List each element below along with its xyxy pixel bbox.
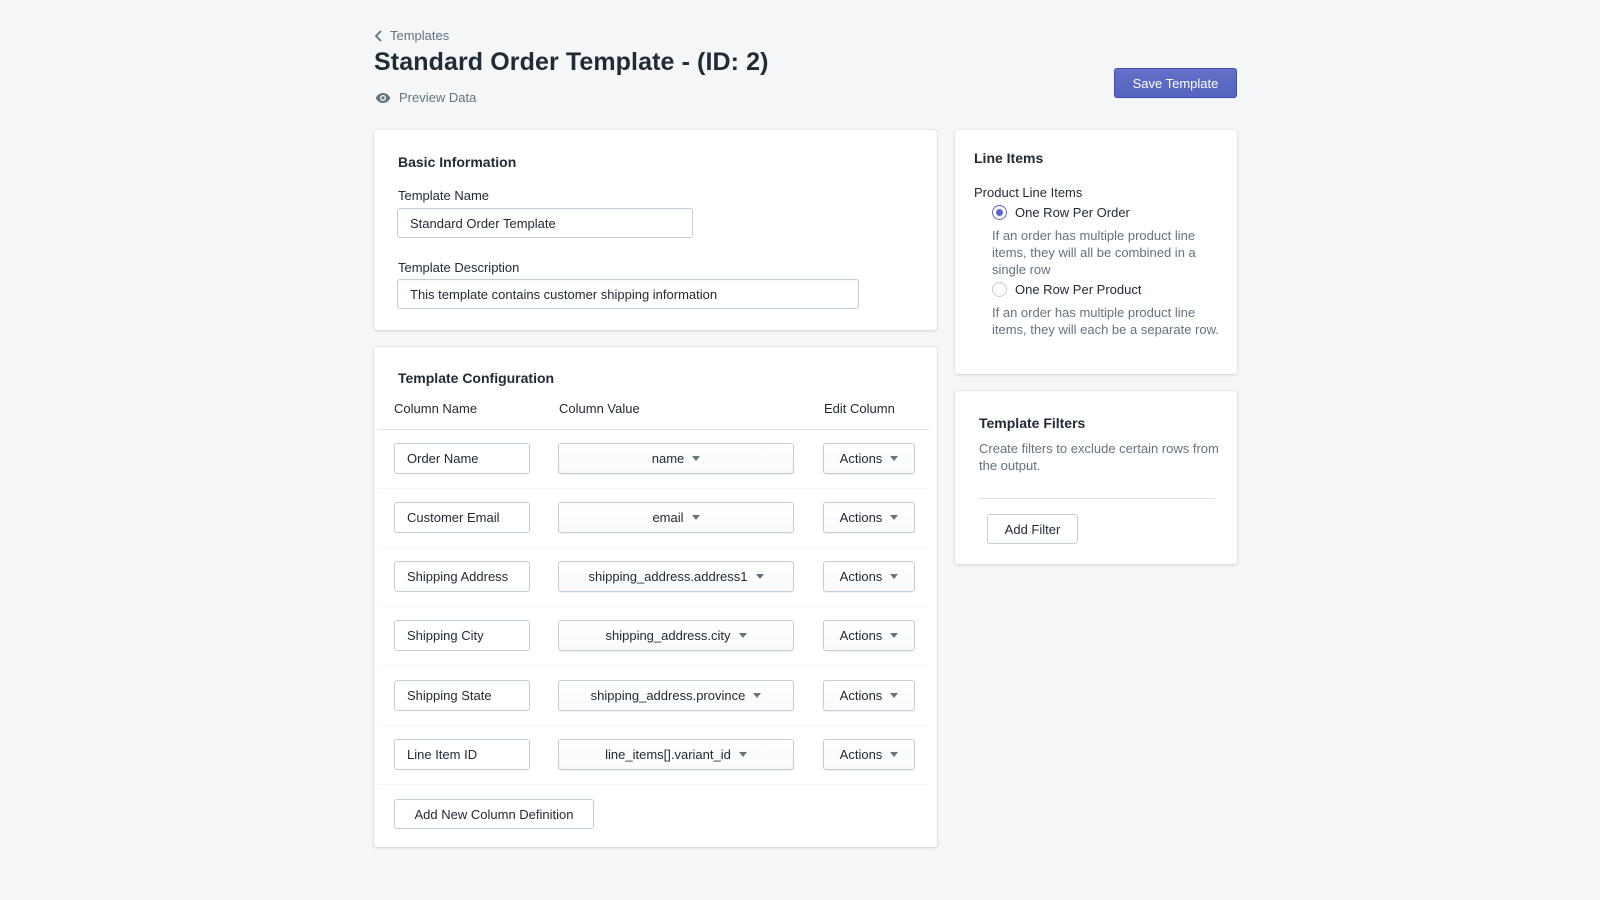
radio-one-row-per-product[interactable]: One Row Per Product [992, 282, 1141, 297]
table-row: Shipping Address shipping_address.addres… [378, 548, 929, 607]
template-configuration-heading: Template Configuration [398, 370, 555, 386]
radio-label: One Row Per Order [1015, 205, 1130, 220]
save-template-button[interactable]: Save Template [1114, 68, 1237, 98]
preview-data-link[interactable]: Preview Data [375, 90, 476, 105]
column-name-input[interactable]: Shipping City [394, 620, 530, 651]
caret-down-icon [755, 574, 764, 579]
chevron-left-icon [374, 29, 382, 42]
actions-dropdown-button[interactable]: Actions [823, 680, 915, 711]
radio-unchecked-icon[interactable] [992, 282, 1007, 297]
actions-dropdown-button[interactable]: Actions [823, 620, 915, 651]
caret-down-icon [890, 633, 899, 638]
table-row: Order Name name Actions [378, 430, 929, 489]
column-value-text: shipping_address.address1 [588, 569, 748, 584]
template-filters-heading: Template Filters [979, 415, 1086, 431]
actions-label: Actions [839, 747, 883, 762]
actions-dropdown-button[interactable]: Actions [823, 502, 915, 533]
caret-down-icon [738, 633, 747, 638]
add-filter-button[interactable]: Add Filter [987, 514, 1078, 544]
actions-label: Actions [839, 628, 883, 643]
column-value-select[interactable]: shipping_address.province [558, 680, 794, 711]
caret-down-icon [890, 515, 899, 520]
template-configuration-card: Template Configuration Column Name Colum… [374, 347, 937, 847]
column-name-input[interactable]: Shipping State [394, 680, 530, 711]
radio-help-text: If an order has multiple product line it… [992, 228, 1196, 277]
column-value-select[interactable]: shipping_address.city [558, 620, 794, 651]
eye-icon [375, 92, 391, 103]
template-description-input[interactable]: This template contains customer shipping… [397, 279, 859, 309]
caret-down-icon [890, 693, 899, 698]
column-name-input[interactable]: Order Name [394, 443, 530, 474]
column-value-text: shipping_address.province [590, 688, 746, 703]
caret-down-icon [890, 456, 899, 461]
template-name-label: Template Name [398, 188, 490, 203]
column-header-name: Column Name [394, 401, 478, 416]
radio-checked-icon[interactable] [992, 205, 1007, 220]
actions-label: Actions [839, 688, 883, 703]
filters-description: Create filters to exclude certain rows f… [979, 441, 1219, 473]
actions-label: Actions [839, 510, 883, 525]
column-value-text: shipping_address.city [605, 628, 731, 643]
line-items-card: Line Items Product Line Items One Row Pe… [955, 130, 1237, 374]
column-value-select[interactable]: email [558, 502, 794, 533]
breadcrumb-label: Templates [390, 28, 450, 43]
preview-data-label: Preview Data [399, 90, 477, 105]
radio-help-text: If an order has multiple product line it… [992, 305, 1219, 337]
caret-down-icon [738, 752, 747, 757]
table-row: Shipping City shipping_address.city Acti… [378, 607, 929, 666]
add-new-column-button[interactable]: Add New Column Definition [394, 799, 594, 829]
actions-label: Actions [839, 451, 883, 466]
column-header-edit: Edit Column [824, 401, 895, 416]
column-value-text: line_items[].variant_id [605, 747, 731, 762]
column-name-input[interactable]: Line Item ID [394, 739, 530, 770]
actions-label: Actions [839, 569, 883, 584]
caret-down-icon [753, 693, 762, 698]
template-description-label: Template Description [398, 260, 520, 275]
radio-one-row-per-order[interactable]: One Row Per Order [992, 205, 1130, 220]
column-value-text: email [652, 510, 684, 525]
breadcrumb-back-templates[interactable]: Templates [374, 28, 449, 43]
column-header-value: Column Value [559, 401, 640, 416]
template-name-input[interactable]: Standard Order Template [397, 208, 693, 238]
column-value-select[interactable]: shipping_address.address1 [558, 561, 794, 592]
actions-dropdown-button[interactable]: Actions [823, 739, 915, 770]
caret-down-icon [890, 752, 899, 757]
column-value-text: name [651, 451, 685, 466]
column-name-input[interactable]: Shipping Address [394, 561, 530, 592]
template-filters-card: Template Filters Create filters to exclu… [955, 391, 1237, 564]
page-title: Standard Order Template - (ID: 2) [374, 48, 769, 76]
column-value-select[interactable]: name [558, 443, 794, 474]
basic-information-heading: Basic Information [398, 154, 517, 170]
caret-down-icon [691, 515, 700, 520]
column-value-select[interactable]: line_items[].variant_id [558, 739, 794, 770]
caret-down-icon [890, 574, 899, 579]
radio-label: One Row Per Product [1015, 282, 1142, 297]
line-items-heading: Line Items [974, 150, 1044, 166]
table-row: Line Item ID line_items[].variant_id Act… [378, 726, 929, 785]
table-row: Shipping State shipping_address.province… [378, 667, 929, 726]
actions-dropdown-button[interactable]: Actions [823, 561, 915, 592]
product-line-items-label: Product Line Items [974, 185, 1083, 200]
basic-information-card: Basic Information Template Name Standard… [374, 130, 937, 330]
actions-dropdown-button[interactable]: Actions [823, 443, 915, 474]
filters-divider [979, 498, 1215, 499]
column-name-input[interactable]: Customer Email [394, 502, 530, 533]
caret-down-icon [692, 456, 701, 461]
table-row: Customer Email email Actions [378, 489, 929, 548]
